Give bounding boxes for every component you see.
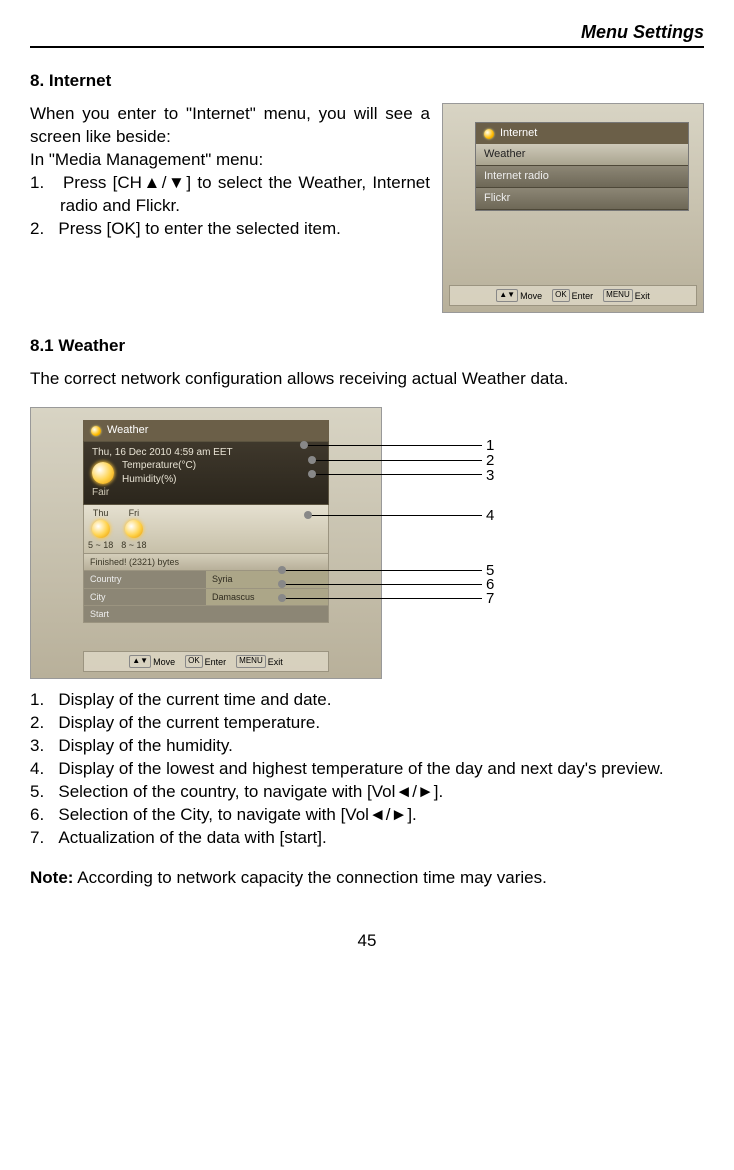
hint-exit: MENUExit <box>236 655 283 668</box>
shot2-bottombar: ▲▼Move OKEnter MENUExit <box>83 651 329 672</box>
weather-hum-label: Humidity(%) <box>122 473 320 487</box>
weather-status: Finished! (2321) bytes <box>83 554 329 571</box>
row-start: Start <box>83 606 329 623</box>
callout-line-1 <box>304 445 482 446</box>
weather-summary: Thu, 16 Dec 2010 4:59 am EET Temperature… <box>83 441 329 505</box>
callout-line-6 <box>282 584 482 585</box>
legend-item-7: 7. Actualization of the data with [start… <box>30 827 704 850</box>
screenshot-internet-menu: Internet Weather Internet radio Flickr ▲… <box>442 103 704 313</box>
section-8-1-intro: The correct network configuration allows… <box>30 368 704 391</box>
legend-item-6: 6. Selection of the City, to navigate wi… <box>30 804 704 827</box>
shot2-titlebar: Weather <box>83 420 329 441</box>
note: Note: According to network capacity the … <box>30 867 704 890</box>
header-title: Menu Settings <box>581 20 704 44</box>
weather-datetime: Thu, 16 Dec 2010 4:59 am EET <box>92 446 320 460</box>
callout-num-3: 3 <box>486 466 494 486</box>
shot1-titlebar: Internet <box>476 123 688 144</box>
legend-item-2: 2. Display of the current temperature. <box>30 712 704 735</box>
hint-move: ▲▼Move <box>496 289 542 302</box>
hint-enter: OKEnter <box>185 655 226 668</box>
forecast-day-2: Fri 8 ~ 18 <box>121 507 146 551</box>
section-8-step-2: 2. Press [OK] to enter the selected item… <box>30 218 430 241</box>
shot1-title: Internet <box>500 126 537 141</box>
callout-num-7: 7 <box>486 589 494 609</box>
callouts: 1 2 3 4 5 6 7 <box>382 407 502 677</box>
hint-move: ▲▼Move <box>129 655 175 668</box>
weather-temp-label: Temperature(°C) <box>122 459 320 473</box>
callout-line-5 <box>282 570 482 571</box>
legend-item-1: 1. Display of the current time and date. <box>30 689 704 712</box>
section-8-title: 8. Internet <box>30 70 704 93</box>
hint-enter: OKEnter <box>552 289 593 302</box>
section-8-1-title: 8.1 Weather <box>30 335 704 358</box>
callout-line-2 <box>312 460 482 461</box>
page-header: Menu Settings <box>30 20 704 48</box>
callout-line-7 <box>282 598 482 599</box>
callout-line-4 <box>308 515 482 516</box>
app-icon <box>484 129 494 139</box>
note-label: Note: <box>30 868 73 887</box>
menu-item-flickr: Flickr <box>476 188 688 210</box>
weather-icon <box>91 426 101 436</box>
callout-num-4: 4 <box>486 506 494 526</box>
shot1-bottombar: ▲▼Move OKEnter MENUExit <box>449 285 697 306</box>
sun-icon <box>125 520 143 538</box>
section-8-intro2: In "Media Management" menu: <box>30 149 430 172</box>
callout-line-3 <box>312 474 482 475</box>
section-8-step-1: 1. Press [CH▲/▼] to select the Weather, … <box>30 172 430 218</box>
menu-item-internet-radio: Internet radio <box>476 166 688 188</box>
sun-icon <box>92 462 114 484</box>
legend-list: 1. Display of the current time and date.… <box>30 689 704 850</box>
legend-item-4: 4. Display of the lowest and highest tem… <box>30 758 704 781</box>
page-number: 45 <box>30 930 704 953</box>
forecast-day-1: Thu 5 ~ 18 <box>88 507 113 551</box>
shot2-title: Weather <box>107 423 148 438</box>
legend-item-5: 5. Selection of the country, to navigate… <box>30 781 704 804</box>
weather-forecast: Thu 5 ~ 18 Fri 8 ~ 18 <box>83 505 329 554</box>
row-city: City Damascus <box>83 589 329 606</box>
screenshot-weather: Weather Thu, 16 Dec 2010 4:59 am EET Tem… <box>30 407 382 679</box>
section-8-intro1: When you enter to "Internet" menu, you w… <box>30 103 430 149</box>
hint-exit: MENUExit <box>603 289 650 302</box>
legend-item-3: 3. Display of the humidity. <box>30 735 704 758</box>
note-text: According to network capacity the connec… <box>73 868 546 887</box>
sun-icon <box>92 520 110 538</box>
row-country: Country Syria <box>83 571 329 588</box>
weather-condition: Fair <box>92 486 320 500</box>
menu-item-weather: Weather <box>476 144 688 166</box>
